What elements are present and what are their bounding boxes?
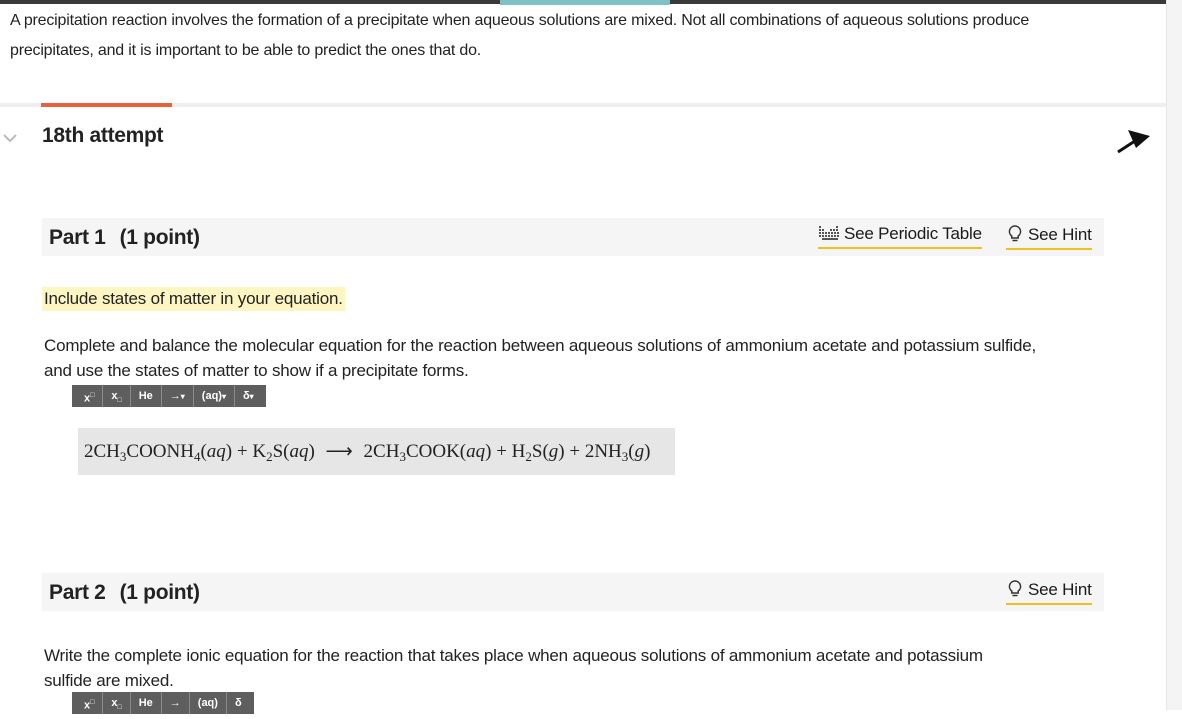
top-bar-accent [500,0,670,5]
subscript-button[interactable]: x□ [103,385,131,407]
state-of-matter-button[interactable]: (aq)▾ [194,385,235,407]
part1-question-line-2: and use the states of matter to show if … [44,361,469,380]
scrollbar[interactable] [1166,0,1182,710]
intro-line-1: A precipitation reaction involves the fo… [10,12,1030,29]
part1-points: (1 point) [119,226,200,249]
part2-equation-toolbar: x□ x□ He → (aq) δ [72,692,254,714]
part1-equation-toolbar: x□ x□ He →▾ (aq)▾ δ▾ [72,385,266,407]
element-button[interactable]: He [131,385,162,407]
see-periodic-table-label: See Periodic Table [844,224,982,243]
top-bar [0,0,1166,5]
part2-title: Part 2 (1 point) [49,581,200,605]
section-divider [0,103,1166,107]
part2-question-line-2: sulfide are mixed. [44,671,174,690]
see-periodic-table-link[interactable]: See Periodic Table [818,224,982,249]
lightbulb-icon [1006,224,1024,247]
attempt-label[interactable]: 18th attempt [42,124,164,148]
intro-text: A precipitation reaction involves the fo… [10,6,1150,66]
active-tab-indicator [41,103,172,107]
instruction-note: Include states of matter in your equatio… [42,287,345,311]
part2-see-hint-link[interactable]: See Hint [1006,579,1092,605]
state-of-matter-button[interactable]: (aq) [190,692,227,714]
arrow-button[interactable]: →▾ [162,385,194,407]
superscript-button[interactable]: x□ [76,692,104,714]
subscript-button[interactable]: x□ [103,692,131,714]
part1-see-hint-link[interactable]: See Hint [1006,224,1092,250]
lightbulb-icon [1006,579,1024,602]
delta-button[interactable]: δ▾ [235,385,262,407]
part1-question: Complete and balance the molecular equat… [44,333,1124,383]
element-button[interactable]: He [131,692,162,714]
part1-see-hint-label: See Hint [1028,225,1092,244]
part1-title: Part 1 (1 point) [49,226,200,250]
arrow-button[interactable]: → [162,692,190,714]
intro-line-2: precipitates, and it is important to be … [10,42,482,59]
part1-answer-field[interactable]: 2CH3COONH4(aq) + K2S(aq) ⟶ 2CH3COOK(aq) … [78,428,675,475]
part2-question: Write the complete ionic equation for th… [44,643,1124,693]
part1-header: Part 1 (1 point) See Periodic Table See H… [42,218,1104,256]
part1-title-text: Part 1 [49,226,106,249]
part2-title-text: Part 2 [49,581,106,604]
part2-header: Part 2 (1 point) See Hint [42,573,1104,611]
part2-points: (1 point) [119,581,200,604]
superscript-button[interactable]: x□ [76,385,104,407]
part2-see-hint-label: See Hint [1028,580,1092,599]
part1-question-line-1: Complete and balance the molecular equat… [44,336,1036,355]
delta-button[interactable]: δ [227,692,250,714]
part2-question-line-1: Write the complete ionic equation for th… [44,646,983,665]
periodic-table-icon [818,225,840,246]
pin-icon[interactable] [1116,124,1152,154]
chevron-down-icon[interactable] [2,132,18,144]
reaction-arrow: ⟶ [325,441,353,462]
